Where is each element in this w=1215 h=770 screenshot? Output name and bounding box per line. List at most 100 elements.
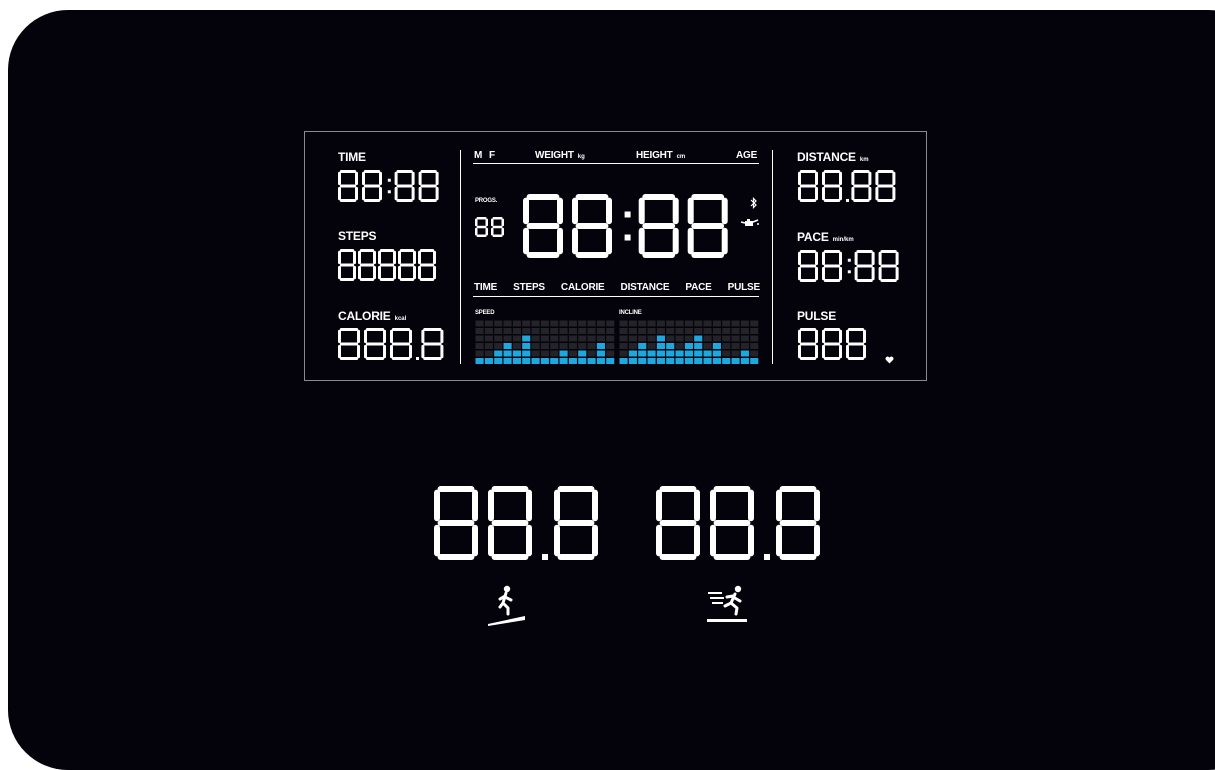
digit <box>822 250 842 282</box>
graph-cell <box>750 328 759 334</box>
graph-cell <box>475 343 484 349</box>
graph-cell <box>531 328 540 334</box>
graph-cell <box>559 320 568 327</box>
steps-display <box>338 249 436 281</box>
main-time-display <box>523 194 728 258</box>
graph-cell <box>666 335 675 342</box>
graph-cell-lit <box>656 358 665 364</box>
graph-cell <box>540 328 549 334</box>
incline-walker-icon <box>488 585 525 626</box>
calorie-display <box>338 328 444 360</box>
incline-value-display <box>434 486 598 560</box>
programs-label: PROGS. <box>475 198 498 204</box>
graph-cell <box>638 335 647 342</box>
graph-cell <box>619 335 628 342</box>
graph-cell-lit <box>647 350 656 357</box>
graph-cell <box>684 335 693 342</box>
graph-cell-lit <box>522 343 531 349</box>
digit <box>798 170 818 202</box>
pulse-label: PULSE <box>797 309 837 323</box>
graph-cell <box>703 335 712 342</box>
pace-display <box>798 250 899 282</box>
graph-cell <box>647 335 656 342</box>
gender-f-label: F <box>489 150 495 161</box>
digit <box>390 328 412 360</box>
decimal-dot <box>764 554 770 560</box>
graph-cell <box>628 335 637 342</box>
graph-cell <box>606 343 615 349</box>
graph-cell <box>619 350 628 357</box>
graph-cell <box>568 320 577 327</box>
graph-cell-lit <box>606 358 615 364</box>
mode-time: TIME <box>474 282 498 293</box>
graph-cell <box>647 343 656 349</box>
graph-cell-lit <box>540 358 549 364</box>
graph-cell-lit <box>522 350 531 357</box>
graph-cell <box>596 328 605 334</box>
graph-cell-lit <box>712 343 721 349</box>
graph-cell <box>512 320 521 327</box>
digit <box>878 250 899 282</box>
digit <box>491 217 504 237</box>
graph-cell <box>503 320 512 327</box>
graph-cell <box>494 343 503 349</box>
digit <box>488 486 532 560</box>
graph-cell-lit <box>703 350 712 357</box>
graph-cell <box>568 328 577 334</box>
graph-cell <box>550 335 559 342</box>
graph-cell-lit <box>475 358 484 364</box>
graph-cell <box>731 350 740 357</box>
graph-cell-lit <box>656 350 665 357</box>
time-label: TIME <box>338 150 366 164</box>
digit <box>364 328 386 360</box>
graph-cell <box>475 320 484 327</box>
distance-display <box>798 170 896 202</box>
graph-cell <box>587 335 596 342</box>
graph-cell-lit <box>694 335 703 342</box>
weight-label: WEIGHT kg <box>535 150 585 161</box>
graph-cell <box>578 335 587 342</box>
graph-cell <box>750 350 759 357</box>
graph-cell <box>550 350 559 357</box>
bluetooth-icon <box>750 197 757 209</box>
graph-cell-lit <box>656 335 665 342</box>
program-display <box>475 217 504 237</box>
graph-cell <box>559 335 568 342</box>
graph-cell <box>568 335 577 342</box>
mode-pace: PACE <box>685 282 712 293</box>
graph-cell <box>484 328 493 334</box>
digit <box>358 249 376 281</box>
graph-cell <box>750 335 759 342</box>
graph-cell-lit <box>628 350 637 357</box>
graph-cell-lit <box>703 358 712 364</box>
digit <box>338 328 360 360</box>
graph-cell <box>722 320 731 327</box>
runner-icon <box>707 585 747 622</box>
left-divider <box>460 150 461 364</box>
speed-bar-graph <box>475 320 615 364</box>
digit <box>418 249 436 281</box>
graph-cell <box>740 328 749 334</box>
graph-cell <box>568 343 577 349</box>
graph-cell-lit <box>559 350 568 357</box>
graph-cell <box>740 320 749 327</box>
graph-cell-lit <box>484 358 493 364</box>
graph-cell <box>675 335 684 342</box>
graph-cell <box>578 320 587 327</box>
graph-cell <box>512 335 521 342</box>
graph-cell-lit <box>666 343 675 349</box>
graph-cell <box>675 328 684 334</box>
graph-cell <box>503 328 512 334</box>
graph-cell <box>475 328 484 334</box>
graph-cell <box>540 343 549 349</box>
graph-cell-lit <box>512 358 521 364</box>
graph-cell-lit <box>587 358 596 364</box>
graph-cell <box>703 328 712 334</box>
graph-cell <box>638 328 647 334</box>
graph-cell-lit <box>596 343 605 349</box>
graph-cell-lit <box>522 335 531 342</box>
graph-cell-lit <box>578 350 587 357</box>
graph-cell <box>628 343 637 349</box>
graph-cell <box>619 328 628 334</box>
graph-cell <box>522 320 531 327</box>
